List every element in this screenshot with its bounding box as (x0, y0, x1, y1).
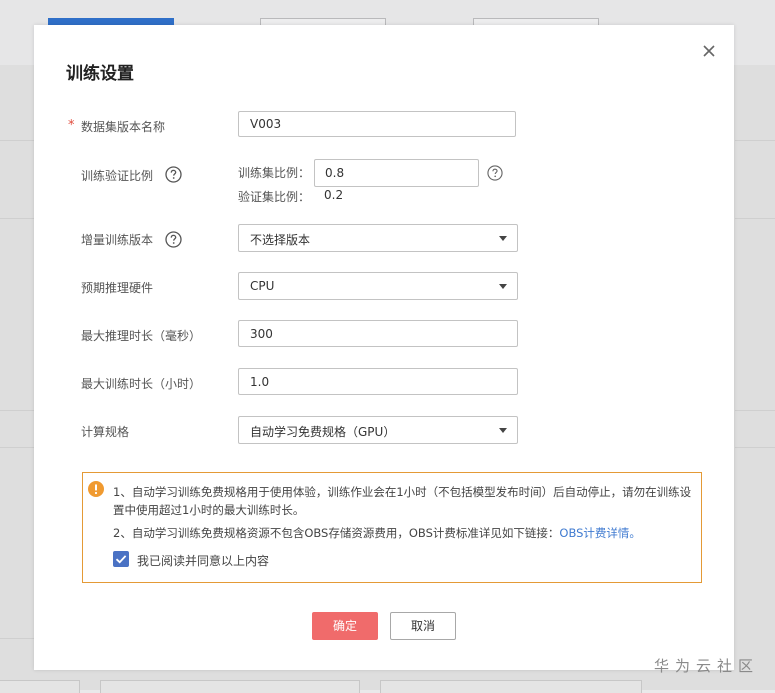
caret-down-icon (499, 428, 507, 433)
max-inference-time-label: 最大推理时长（毫秒） (81, 329, 202, 343)
agree-label: 我已阅读并同意以上内容 (137, 554, 270, 568)
background-divider (0, 218, 36, 219)
background-divider (0, 638, 36, 639)
compute-spec-value: 自动学习免费规格（GPU） (250, 425, 396, 439)
caret-down-icon (499, 284, 507, 289)
dataset-version-label: 数据集版本名称 (81, 120, 166, 134)
incremental-version-label: 增量训练版本 (81, 233, 154, 247)
background-divider (735, 410, 775, 411)
inference-hardware-label: 预期推理硬件 (81, 281, 154, 295)
help-icon[interactable] (165, 231, 182, 248)
val-ratio-value: 0.2 (324, 188, 344, 202)
notice-line-1: 1、自动学习训练免费规格用于使用体验，训练作业会在1小时（不包括模型发布时间）后… (113, 485, 692, 517)
warning-icon (88, 481, 104, 497)
train-ratio-input[interactable] (314, 159, 479, 187)
inference-hardware-select[interactable]: CPU (238, 272, 518, 300)
help-icon[interactable] (487, 165, 503, 181)
free-spec-notice: 1、自动学习训练免费规格用于使用体验，训练作业会在1小时（不包括模型发布时间）后… (82, 472, 702, 583)
background-cell (380, 680, 642, 693)
close-icon[interactable] (698, 40, 720, 62)
inference-hardware-value: CPU (250, 279, 275, 293)
background-cell (0, 680, 80, 693)
dataset-version-input[interactable] (238, 111, 516, 137)
train-ratio-label: 训练集比例： (238, 166, 311, 180)
compute-spec-label: 计算规格 (81, 425, 130, 439)
required-mark: * (68, 118, 75, 133)
max-training-time-input[interactable] (238, 368, 518, 395)
dialog-title: 训练设置 (66, 64, 134, 84)
background-divider (735, 218, 775, 219)
compute-spec-select[interactable]: 自动学习免费规格（GPU） (238, 416, 518, 444)
obs-billing-link[interactable]: OBS计费详情。 (559, 526, 641, 540)
background-divider (0, 140, 36, 141)
agree-checkbox[interactable] (113, 551, 129, 567)
training-settings-dialog: 训练设置 * 数据集版本名称 训练验证比例 训练集比例： 验证集比例： 0.2 … (34, 25, 734, 670)
incremental-version-select[interactable]: 不选择版本 (238, 224, 518, 252)
confirm-button[interactable]: 确定 (312, 612, 378, 640)
val-ratio-label: 验证集比例： (238, 190, 311, 204)
background-cell (100, 680, 360, 693)
background-divider (0, 410, 36, 411)
max-training-time-label: 最大训练时长（小时） (81, 377, 202, 391)
incremental-version-value: 不选择版本 (250, 233, 311, 247)
background-divider (735, 140, 775, 141)
max-inference-time-input[interactable] (238, 320, 518, 347)
validation-ratio-label: 训练验证比例 (81, 169, 154, 183)
notice-line-2-text: 2、自动学习训练免费规格资源不包含OBS存储资源费用，OBS计费标准详见如下链接… (113, 526, 560, 540)
background-divider (735, 447, 775, 448)
background-divider (0, 447, 36, 448)
watermark: 华为云社区 (654, 657, 760, 675)
notice-line-2: 2、自动学习训练免费规格资源不包含OBS存储资源费用，OBS计费标准详见如下链接… (113, 524, 641, 542)
help-icon[interactable] (165, 166, 182, 183)
cancel-button[interactable]: 取消 (390, 612, 456, 640)
caret-down-icon (499, 236, 507, 241)
